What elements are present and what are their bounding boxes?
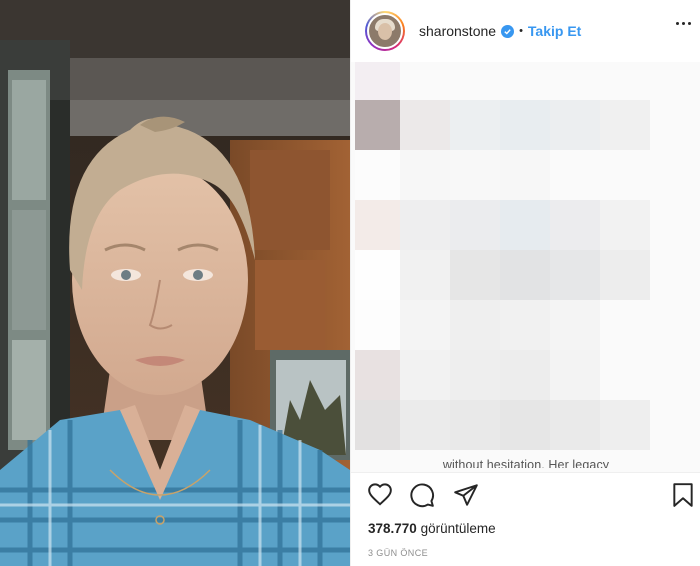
view-count-label: görüntüleme <box>420 521 496 536</box>
follow-button[interactable]: Takip Et <box>528 23 581 39</box>
view-count-number: 378.770 <box>368 521 417 536</box>
avatar[interactable] <box>365 11 405 51</box>
separator-dot: • <box>519 25 523 37</box>
username-link[interactable]: sharonstone <box>419 23 496 39</box>
avatar-image <box>367 13 403 49</box>
more-options-icon[interactable] <box>676 22 691 25</box>
post-timestamp[interactable]: 3 GÜN ÖNCE <box>368 548 428 558</box>
view-count[interactable]: 378.770 görüntüleme <box>368 521 496 536</box>
action-bar <box>365 482 700 514</box>
caption-text: without hesitation. Her legacy <box>442 458 610 468</box>
caption-area: without hesitation. Her legacy <box>351 62 700 472</box>
post-header: sharonstone • Takip Et <box>351 0 700 62</box>
divider <box>351 472 700 473</box>
post-panel: sharonstone • Takip Et without hesitatio… <box>350 0 700 566</box>
verified-badge-icon <box>501 24 515 38</box>
heart-icon[interactable] <box>367 482 393 513</box>
post-media[interactable] <box>0 0 350 566</box>
pixelated-caption <box>351 62 700 472</box>
share-icon[interactable] <box>453 482 479 513</box>
comment-icon[interactable] <box>409 482 435 513</box>
selfie-photo <box>0 0 350 566</box>
bookmark-icon[interactable] <box>671 482 695 513</box>
